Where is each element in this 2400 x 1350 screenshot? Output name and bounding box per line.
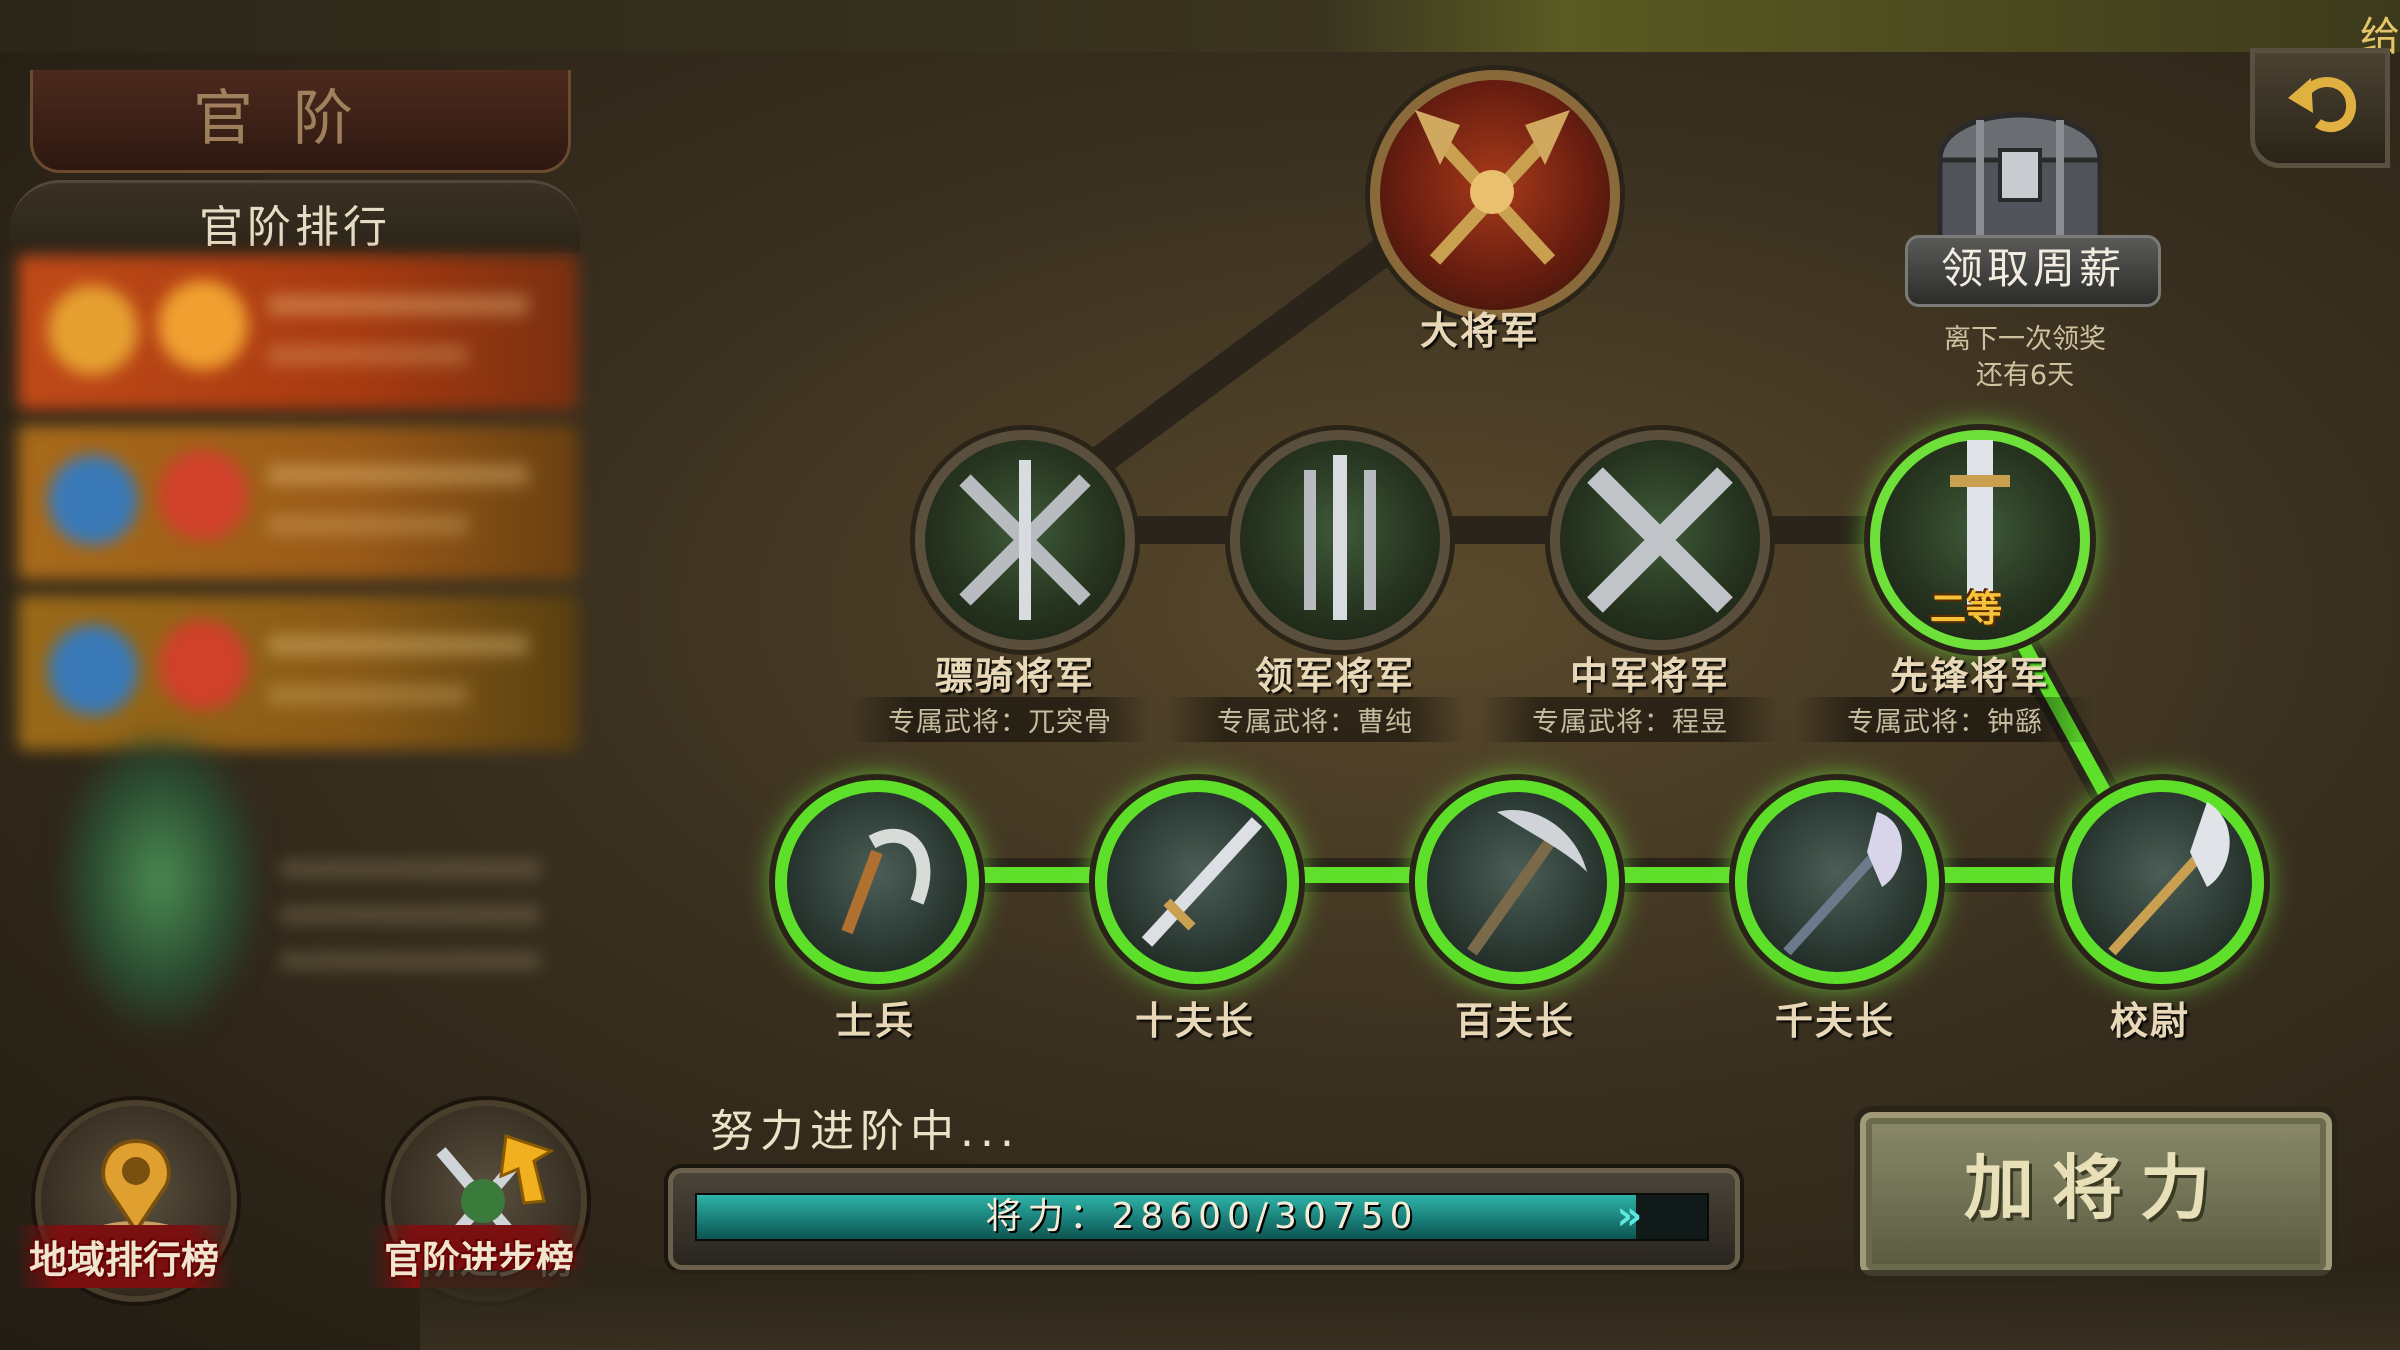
crossed-axes-icon xyxy=(1415,110,1570,265)
rank-name: 中军将军 xyxy=(1569,654,1730,698)
rank-node-centurion[interactable] xyxy=(1415,780,1619,984)
add-power-label: 加将力 xyxy=(1964,1147,2228,1229)
exclusive-officer: 专属武将：钟繇 xyxy=(1795,697,2095,742)
exclusive-officer: 专属武将：程昱 xyxy=(1480,697,1780,742)
rank-name: 领军将军 xyxy=(1254,654,1415,698)
back-button[interactable] xyxy=(2250,48,2390,168)
glaive-icon xyxy=(1783,812,1902,956)
crossed-broadswords-icon xyxy=(1587,467,1733,613)
power-progress-bar: » 将力：28600/30750 xyxy=(668,1168,1740,1270)
rank-node-cavalry-general[interactable] xyxy=(915,430,1135,650)
rank-name: 骠骑将军 xyxy=(934,654,1095,698)
rank-name: 百夫长 xyxy=(1454,999,1575,1043)
rank-node-chiliarch[interactable] xyxy=(1735,780,1939,984)
triple-swords-icon xyxy=(1304,455,1376,620)
pickaxe-icon xyxy=(1467,810,1587,956)
weekly-salary-button[interactable]: 领取周薪 xyxy=(1905,235,2161,307)
rank-name-grand-general: 大将军 xyxy=(1419,309,1540,353)
halberd-icon xyxy=(2108,802,2230,956)
progress-caption: 努力进阶中... xyxy=(710,1106,1020,1157)
rank-node-squad-leader[interactable] xyxy=(1095,780,1299,984)
exclusive-officer: 专属武将：兀突骨 xyxy=(850,697,1150,742)
rank-name: 十夫长 xyxy=(1134,999,1255,1043)
rank-node-army-general[interactable] xyxy=(1230,430,1450,650)
rank-node-soldier[interactable] xyxy=(775,780,979,984)
rank-node-colonel[interactable] xyxy=(2060,780,2264,984)
rank-name: 士兵 xyxy=(834,999,915,1043)
rank-node-vanguard-general[interactable]: 二等 xyxy=(1870,430,2090,650)
power-value: 将力：28600/30750 xyxy=(985,1196,1419,1237)
rank-name: 校尉 xyxy=(2109,999,2190,1043)
progress-track: » 将力：28600/30750 xyxy=(695,1193,1709,1241)
next-reward-countdown: 离下一次领奖 还有6天 xyxy=(1900,322,2150,394)
add-power-button[interactable]: 加将力 xyxy=(1860,1112,2332,1276)
next-reward-line1: 离下一次领奖 xyxy=(1944,324,2106,355)
exclusive-officer: 专属武将：曹纯 xyxy=(1165,697,1465,742)
sickle-icon xyxy=(841,828,931,935)
rank-name: 先锋将军 xyxy=(1889,654,2050,698)
floor-decoration xyxy=(420,1270,2400,1350)
rank-node-central-general[interactable] xyxy=(1550,430,1770,650)
next-reward-line2: 还有6天 xyxy=(1975,360,2075,391)
rank-name: 千夫长 xyxy=(1774,999,1895,1043)
crossed-swords-icon xyxy=(959,460,1091,620)
return-arrow-icon xyxy=(2288,77,2356,133)
dagger-icon xyxy=(1141,817,1263,947)
grade-badge: 二等 xyxy=(1930,589,2003,630)
rank-node-grand-general[interactable] xyxy=(1370,70,1620,320)
